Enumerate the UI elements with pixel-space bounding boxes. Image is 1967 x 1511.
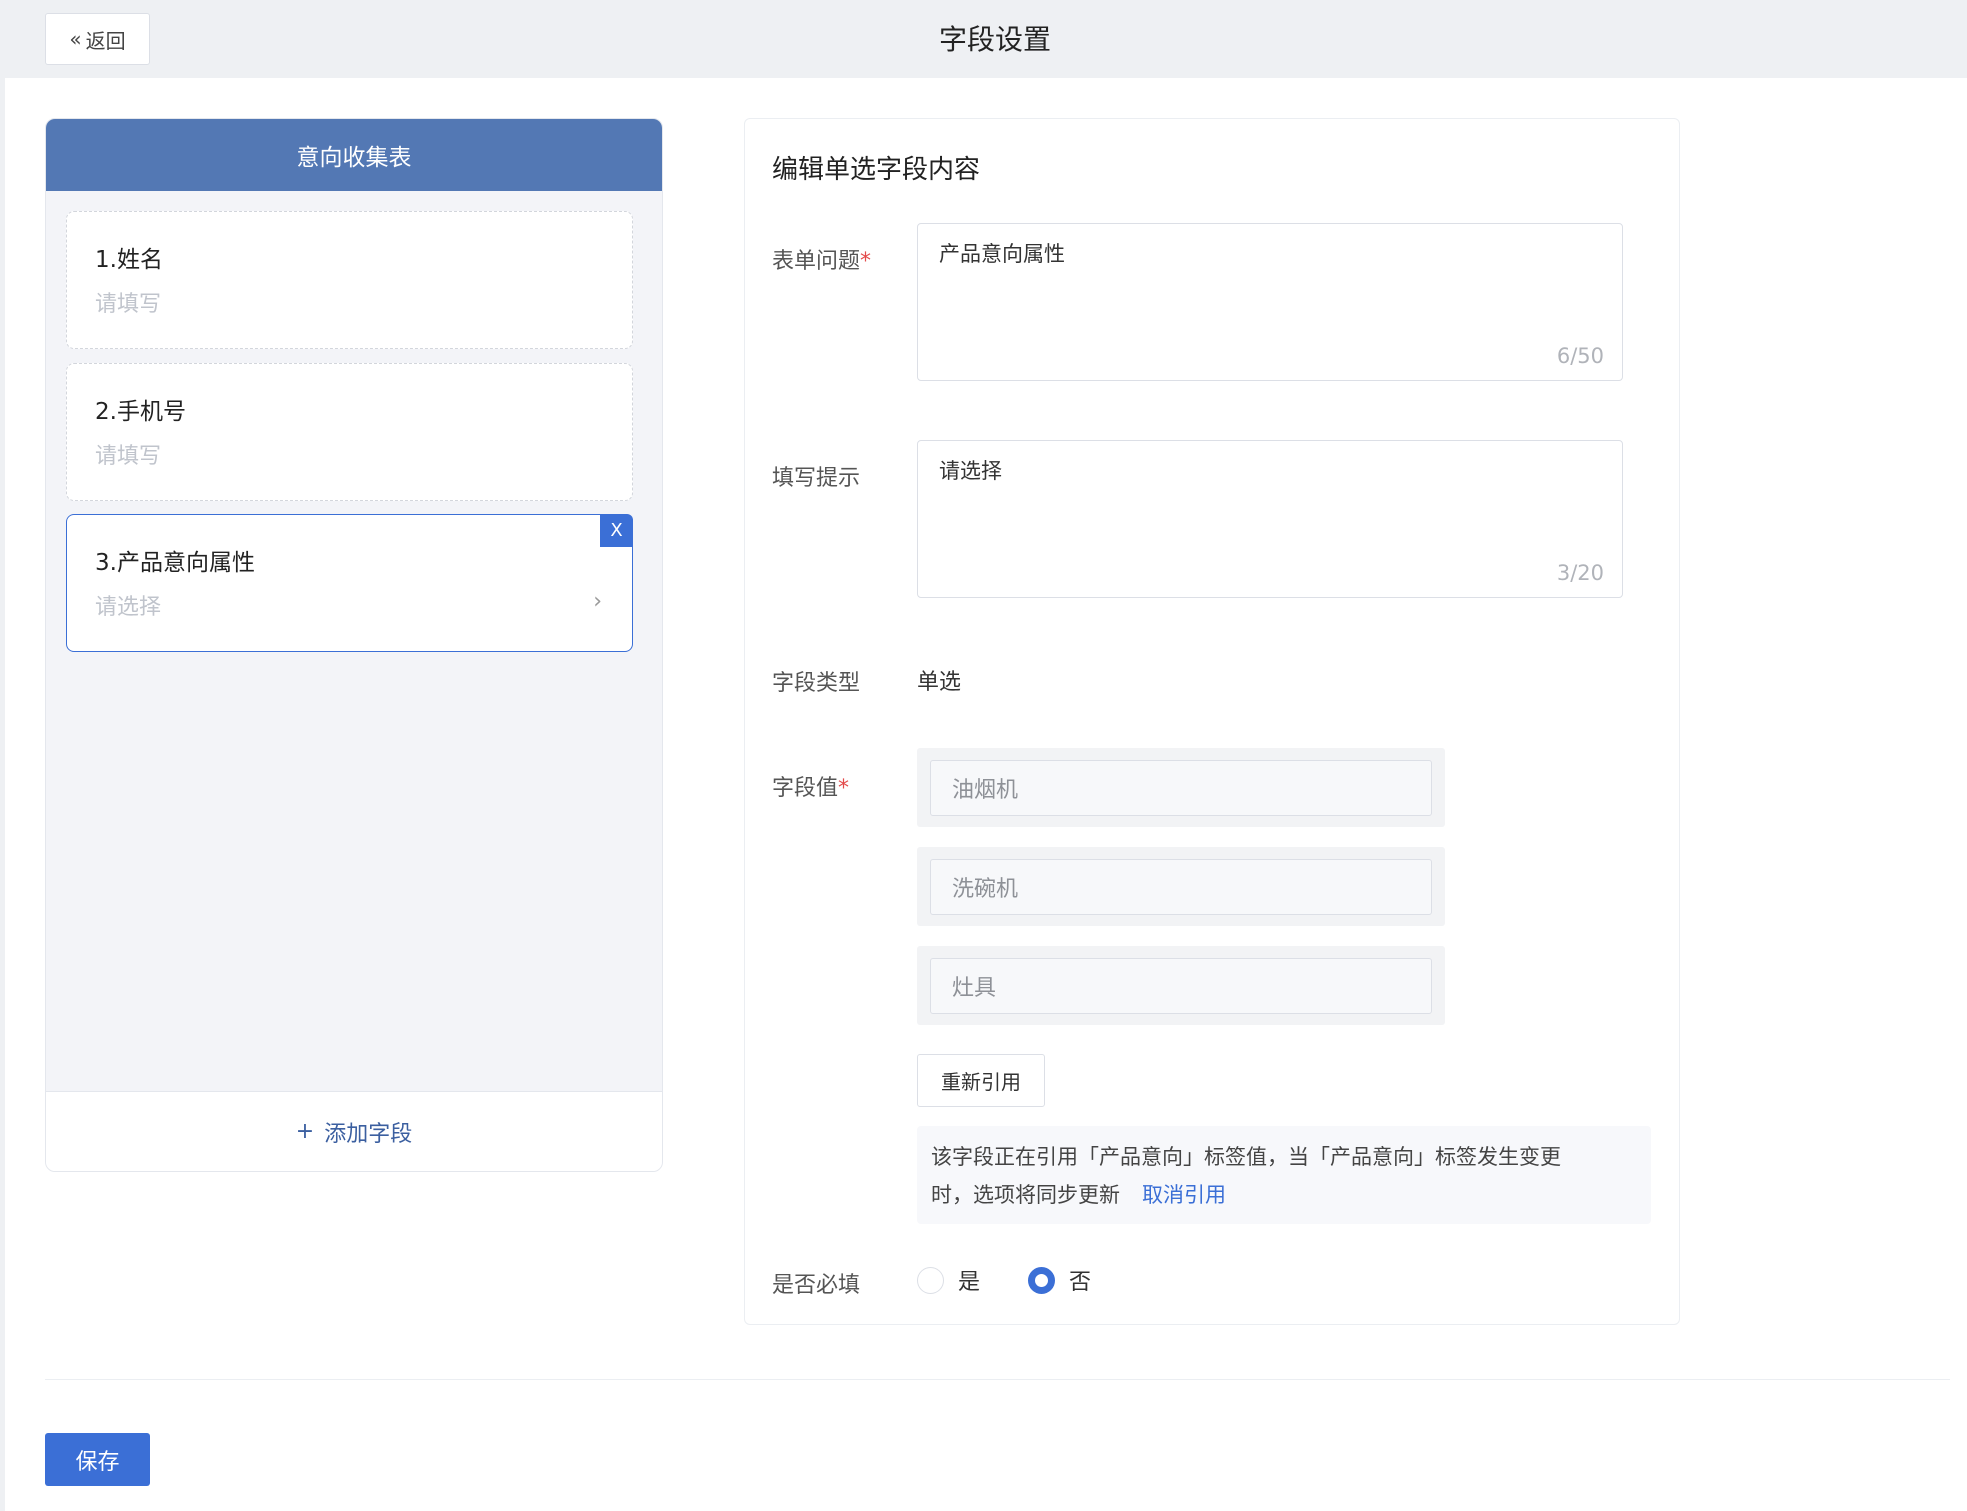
required-label: 是否必填: [772, 1273, 861, 1298]
required-no-radio[interactable]: 否: [1028, 1264, 1091, 1296]
field-editor-panel: 编辑单选字段内容 表单问题* 产品意向属性 6/50 填写提示 请选择 3/20…: [744, 118, 1680, 1325]
notice-line-2-text: 时，选项将同步更新: [931, 1183, 1120, 1207]
question-value: 产品意向属性: [939, 242, 1065, 266]
required-star: *: [860, 249, 872, 274]
add-field-label: 添加字段: [324, 1121, 413, 1147]
question-label: 表单问题*: [772, 243, 871, 275]
hint-char-count: 3/20: [1556, 561, 1604, 585]
option-input[interactable]: 灶具: [930, 958, 1432, 1014]
field-title: 3.产品意向属性: [95, 550, 255, 576]
field-placeholder: 请填写: [95, 292, 162, 317]
re-reference-button[interactable]: 重新引用: [917, 1054, 1045, 1107]
hint-label: 填写提示: [772, 466, 861, 491]
field-title: 2.手机号: [95, 399, 186, 425]
chevron-right-icon: ›: [593, 589, 602, 614]
field-placeholder: 请填写: [95, 444, 162, 469]
field-title: 1.姓名: [95, 247, 163, 273]
preview-field-phone[interactable]: 2.手机号 请填写: [66, 363, 633, 501]
option-row: 灶具: [917, 946, 1445, 1025]
main-content: 意向收集表 1.姓名 请填写 2.手机号 请填写 X 3.产品意向属性 请选择 …: [5, 78, 1967, 1511]
option-row: 油烟机: [917, 748, 1445, 827]
preview-field-name[interactable]: 1.姓名 请填写: [66, 211, 633, 349]
question-textarea[interactable]: 产品意向属性 6/50: [917, 223, 1623, 381]
values-label: 字段值*: [772, 770, 849, 802]
hint-value: 请选择: [939, 459, 1002, 483]
save-button[interactable]: 保存: [45, 1433, 150, 1486]
form-preview-panel: 意向收集表 1.姓名 请填写 2.手机号 请填写 X 3.产品意向属性 请选择 …: [45, 118, 663, 1172]
notice-line-1: 该字段正在引用「产品意向」标签值，当「产品意向」标签发生变更: [931, 1145, 1561, 1169]
type-label: 字段类型: [772, 671, 861, 696]
delete-field-button[interactable]: X: [600, 514, 633, 547]
radio-label: 否: [1069, 1270, 1092, 1295]
page-title: 字段设置: [938, 23, 1051, 56]
notice-line-2: 时，选项将同步更新 取消引用: [931, 1176, 1637, 1214]
preview-field-product-intent[interactable]: X 3.产品意向属性 请选择 ›: [66, 514, 633, 652]
editor-title: 编辑单选字段内容: [772, 155, 981, 185]
radio-checked-icon: [1028, 1266, 1055, 1294]
required-yes-radio[interactable]: 是: [917, 1264, 980, 1296]
radio-circle-icon: [917, 1266, 944, 1294]
question-char-count: 6/50: [1556, 344, 1604, 368]
plus-icon: +: [295, 1119, 315, 1144]
type-value: 单选: [917, 670, 962, 695]
reference-notice: 该字段正在引用「产品意向」标签值，当「产品意向」标签发生变更 时，选项将同步更新…: [917, 1126, 1651, 1224]
required-star: *: [838, 776, 850, 801]
values-label-text: 字段值: [772, 776, 839, 801]
add-field-button[interactable]: + 添加字段: [46, 1091, 662, 1171]
hint-textarea[interactable]: 请选择 3/20: [917, 440, 1623, 598]
cancel-reference-link[interactable]: 取消引用: [1142, 1183, 1226, 1207]
option-row: 洗碗机: [917, 847, 1445, 926]
footer-divider: [45, 1379, 1950, 1380]
radio-label: 是: [958, 1270, 981, 1295]
field-placeholder: 请选择: [95, 595, 162, 620]
top-bar: « 返回 字段设置: [0, 0, 1967, 78]
option-input[interactable]: 洗碗机: [930, 859, 1432, 915]
question-label-text: 表单问题: [772, 249, 861, 274]
form-title: 意向收集表: [46, 119, 662, 191]
option-input[interactable]: 油烟机: [930, 760, 1432, 816]
